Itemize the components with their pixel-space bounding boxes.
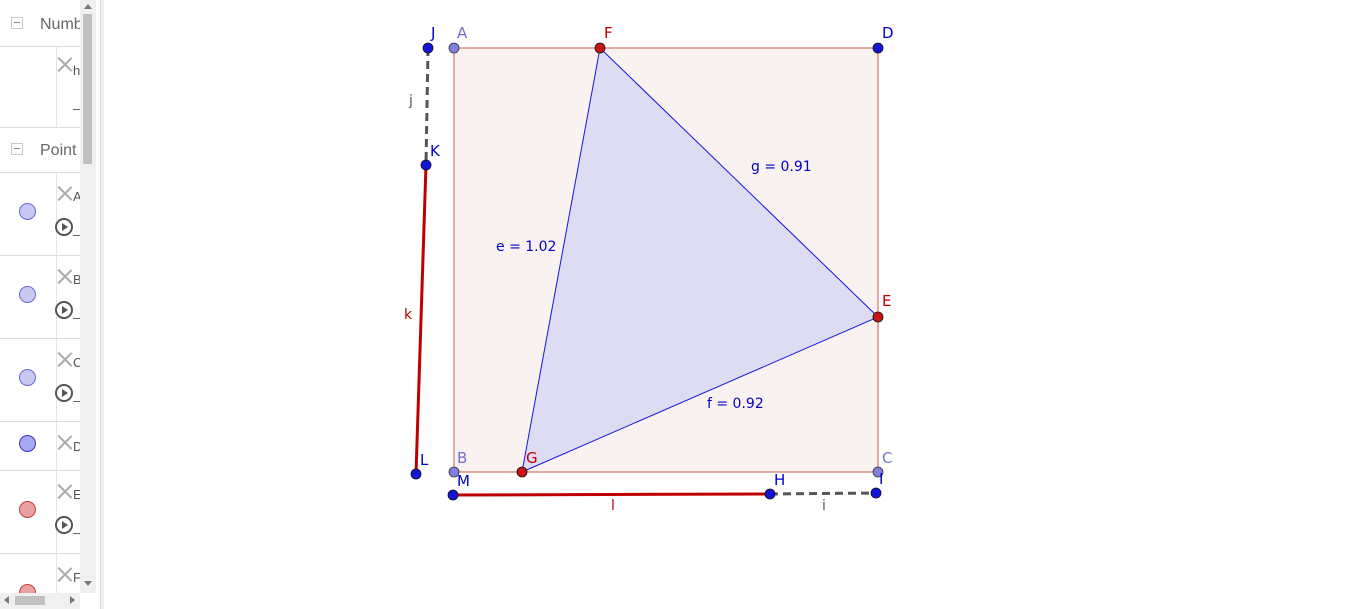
point-label-F: F [604, 24, 613, 42]
segment-l[interactable] [452, 492, 771, 497]
point-E[interactable] [872, 311, 884, 323]
point-H[interactable] [764, 488, 776, 500]
point-F[interactable] [594, 42, 606, 54]
segment-label-e: e = 1.02 [496, 239, 556, 255]
segment-label-i: i [822, 498, 826, 514]
point-label-B: B [457, 449, 467, 467]
point-label-K: K [430, 142, 441, 160]
point-J[interactable] [422, 42, 434, 54]
point-G[interactable] [516, 466, 528, 478]
point-label-J: J [430, 24, 435, 42]
point-M[interactable] [447, 489, 459, 501]
point-label-I: I [879, 470, 883, 488]
point-D[interactable] [872, 42, 884, 54]
point-K[interactable] [420, 159, 432, 171]
point-label-H: H [774, 471, 785, 489]
point-I[interactable] [870, 487, 882, 499]
point-label-D: D [882, 24, 894, 42]
segment-i[interactable] [769, 491, 877, 496]
point-label-L: L [420, 451, 429, 469]
segment-j[interactable] [424, 47, 430, 166]
point-label-G: G [526, 449, 538, 467]
point-L[interactable] [410, 468, 422, 480]
point-label-C: C [882, 449, 892, 467]
segment-label-l: l [611, 498, 615, 514]
point-label-M: M [457, 472, 470, 490]
segment-label-g: g = 0.91 [751, 159, 812, 175]
segment-label-j: j [408, 93, 413, 109]
graphics-view[interactable]: e = 1.02 g = 0.91 f = 0.92 j k l i A B C… [0, 0, 1360, 609]
segment-label-f: f = 0.92 [707, 396, 764, 412]
segment-k[interactable] [414, 164, 428, 475]
point-label-A: A [457, 24, 468, 42]
segment-label-k: k [404, 307, 413, 323]
point-A[interactable] [448, 42, 460, 54]
point-label-E: E [882, 292, 891, 310]
